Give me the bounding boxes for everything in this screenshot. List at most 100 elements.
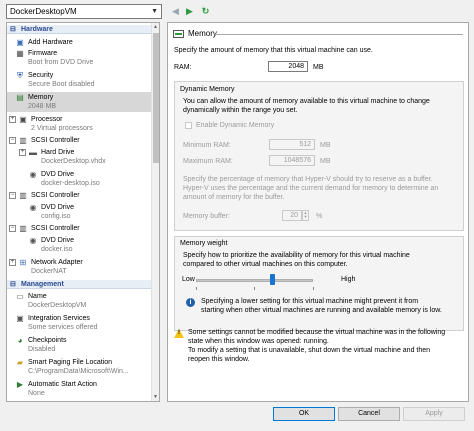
dynamic-memory-group: Dynamic Memory You can allow the amount … [174,81,464,231]
maximum-ram-label: Maximum RAM: [183,158,233,165]
collapse-icon[interactable]: − [9,225,16,232]
ram-unit: MB [313,64,324,71]
tree-item-label: Automatic Start Action [28,381,97,388]
tree-item-network-adapter[interactable]: + ⊞ Network Adapter DockerNAT [7,257,152,277]
panel-title: Memory [173,29,217,38]
start-action-icon: ▶ [16,380,24,389]
expand-icon[interactable]: + [19,149,26,156]
dvd-icon: ◉ [29,170,37,179]
tree-item-smart-paging[interactable]: ▰ Smart Paging File Location C:\ProgramD… [7,357,152,377]
tree-item-scsi-1[interactable]: − ▥ SCSI Controller [7,136,152,146]
hardware-section-header[interactable]: ⊟ Hardware [7,25,152,34]
info-icon: i [186,298,195,307]
tree-item-checkpoints[interactable]: ◕ Checkpoints Disabled [7,335,152,355]
checkpoint-icon: ◕ [17,336,23,345]
tree-item-sub: config.iso [41,213,71,220]
scroll-up-icon[interactable]: ▲ [153,24,158,30]
tree-item-label: Network Adapter [31,259,83,266]
slider-tick [313,287,314,290]
weight-info-line: starting when other virtual machines are… [201,307,442,314]
dvd-icon: ◉ [29,203,37,212]
management-header-label: Management [21,281,64,288]
enable-dynamic-memory-checkbox[interactable] [185,122,192,129]
minimum-ram-label: Minimum RAM: [183,142,231,149]
tree-item-dvd-1[interactable]: ◉ DVD Drive docker-desktop.iso [7,169,152,189]
refresh-icon[interactable]: ↻ [200,5,211,17]
weight-low-label: Low [182,276,195,283]
tree-item-label: DVD Drive [41,171,75,178]
tree-item-security[interactable]: ⛨ Security Secure Boot disabled [7,70,152,90]
tree-item-sub: Secure Boot disabled [28,81,95,88]
vm-selector[interactable]: DockerDesktopVM ▼ [6,4,162,19]
tree-item-dvd-3[interactable]: ◉ DVD Drive docker.iso [7,235,152,255]
tree-item-scsi-3[interactable]: − ▥ SCSI Controller [7,224,152,234]
collapse-icon[interactable]: ⊟ [10,280,16,289]
tree-item-label: Memory [28,94,54,101]
management-section-header[interactable]: ⊟ Management [7,280,152,289]
expand-icon[interactable]: + [9,116,16,123]
tree-item-sub: DockerDesktopVM [28,302,87,309]
tree-item-label: Processor [31,116,63,123]
warning-line: state when this window was opened: runni… [188,338,329,345]
ok-button[interactable]: OK [273,407,335,421]
tree-item-add-hardware[interactable]: ▣ Add Hardware [7,37,152,47]
tree-item-sub: Some services offered [28,324,98,331]
tree-item-processor[interactable]: + ▣ Processor 2 Virtual processors [7,114,152,134]
minimum-ram-unit: MB [320,142,331,149]
weight-high-label: High [341,276,356,283]
tree-item-dvd-2[interactable]: ◉ DVD Drive config.iso [7,202,152,222]
tree-item-memory[interactable]: ▤ Memory 2048 MB [7,92,152,112]
memory-weight-slider-thumb[interactable] [270,274,276,285]
dynamic-desc-line: dynamically within the range you set. [183,107,298,114]
tree-item-label: Firmware [28,50,58,57]
folder-icon: ▰ [16,358,24,367]
cancel-button[interactable]: Cancel [338,407,400,421]
warning-line: Some settings cannot be modified because… [188,329,446,336]
tree-item-integration-services[interactable]: ▣ Integration Services Some services off… [7,313,152,333]
processor-icon: ▣ [19,115,27,124]
memory-buffer-input[interactable]: 20 [282,210,302,221]
scsi-icon: ▥ [19,224,27,233]
tree-item-scsi-2[interactable]: − ▥ SCSI Controller [7,191,152,201]
memory-buffer-label: Memory buffer: [183,213,230,220]
name-icon: ▭ [16,292,24,301]
tree-item-label: SCSI Controller [31,137,80,144]
forward-play-icon[interactable]: ▶ [184,5,195,17]
ram-input[interactable]: 2048 [268,61,308,72]
ram-label: RAM: [174,64,192,71]
network-icon: ⊞ [19,258,27,267]
tree-item-name[interactable]: ▭ Name DockerDesktopVM [7,291,152,311]
memory-weight-slider-track[interactable] [196,279,313,282]
integration-icon: ▣ [16,314,24,323]
tree-item-label: DVD Drive [41,204,75,211]
tree-item-auto-start[interactable]: ▶ Automatic Start Action None [7,379,152,399]
memory-settings-panel: Memory Specify the amount of memory that… [167,22,469,402]
collapse-icon[interactable]: − [9,192,16,199]
back-arrow-icon[interactable]: ◀ [170,5,181,17]
memory-buffer-unit: % [316,213,323,220]
maximum-ram-unit: MB [320,158,331,165]
tree-scrollbar[interactable]: ▲ ▼ [151,23,159,401]
dynamic-desc-line: You can allow the amount of memory avail… [183,98,430,105]
memory-icon [173,29,184,38]
panel-title-text: Memory [188,29,217,38]
tree-item-label: Checkpoints [28,337,67,344]
tree-item-label: Integration Services [28,315,90,322]
scroll-down-icon[interactable]: ▼ [153,394,158,400]
tree-item-hard-drive[interactable]: + ▬ Hard Drive DockerDesktop.vhdx [7,147,152,167]
collapse-icon[interactable]: ⊟ [10,25,16,34]
collapse-icon[interactable]: − [9,137,16,144]
scroll-thumb[interactable] [153,33,159,163]
expand-icon[interactable]: + [9,259,16,266]
memory-buffer-spinner[interactable]: ▲ ▼ [302,210,309,221]
tree-item-sub: docker-desktop.iso [41,180,100,187]
tree-item-label: SCSI Controller [31,225,80,232]
tree-item-label: Name [28,293,47,300]
warning-line: To modify a setting that is unavailable,… [188,347,431,354]
apply-button[interactable]: Apply [403,407,465,421]
memory-icon: ▤ [16,93,24,102]
tree-item-label: Smart Paging File Location [28,359,113,366]
minimum-ram-input[interactable]: 512 [269,139,315,150]
maximum-ram-input[interactable]: 1048576 [269,155,315,166]
tree-item-firmware[interactable]: ▦ Firmware Boot from DVD Drive [7,48,152,68]
